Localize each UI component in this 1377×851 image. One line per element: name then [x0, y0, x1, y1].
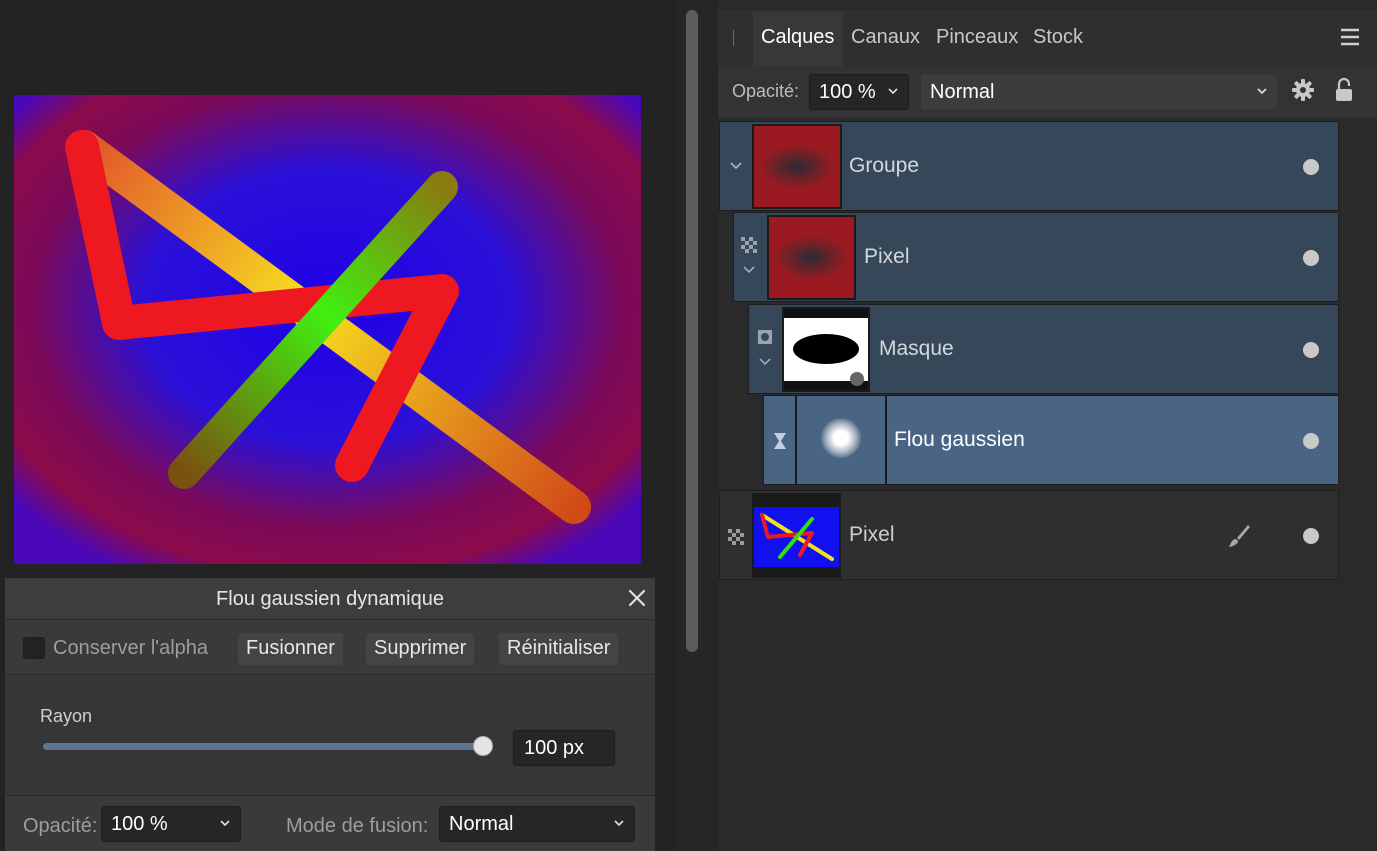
layers-panel: Calques Canaux Pinceaux Stock Opacité: 1…	[718, 0, 1377, 851]
tab-canaux[interactable]: Canaux	[851, 26, 920, 49]
checker-icon	[728, 529, 744, 545]
canvas-artwork	[14, 95, 641, 564]
close-icon[interactable]	[625, 586, 649, 610]
brush-icon[interactable]	[1226, 523, 1252, 549]
dialog-footer: Opacité: 100 % Mode de fusion: Normal	[5, 797, 655, 851]
layer-row-pixel[interactable]: Pixel	[719, 490, 1339, 580]
blend-mode-dropdown[interactable]: Normal	[439, 806, 635, 842]
scrollbar-thumb[interactable]	[686, 10, 698, 652]
dialog-header: Flou gaussien dynamique	[5, 578, 655, 620]
reset-button[interactable]: Réinitialiser	[499, 633, 619, 665]
dialog-title: Flou gaussien dynamique	[216, 588, 444, 610]
delete-button[interactable]: Supprimer	[366, 633, 475, 665]
filter-hourglass-icon	[774, 433, 786, 449]
blend-mode-value: Normal	[449, 813, 514, 835]
layer-name: Pixel	[864, 245, 910, 268]
mask-icon	[758, 330, 772, 344]
radius-slider-handle[interactable]	[473, 736, 493, 756]
layers-toolbar: Opacité: 100 % Normal	[718, 66, 1377, 118]
vertical-scrollbar[interactable]	[676, 0, 718, 851]
radius-value-input[interactable]: 100 px	[513, 730, 615, 766]
tab-pinceaux[interactable]: Pinceaux	[936, 26, 1018, 49]
visibility-toggle[interactable]	[1303, 250, 1319, 266]
tab-separator	[733, 30, 734, 46]
layer-row-pixel-child[interactable]: Pixel	[733, 212, 1339, 302]
layer-name: Pixel	[849, 523, 895, 546]
layer-opacity-value: 100 %	[819, 81, 876, 103]
layer-row-groupe[interactable]: Groupe	[719, 121, 1339, 211]
layer-row-flou-gaussien[interactable]: Flou gaussien	[763, 395, 1339, 485]
mask-thumbnail	[782, 307, 870, 392]
visibility-toggle[interactable]	[1303, 528, 1319, 544]
radius-section: Rayon 100 px	[5, 676, 655, 796]
checker-icon	[741, 237, 757, 253]
preserve-alpha-checkbox[interactable]	[23, 637, 45, 659]
layer-row-masque[interactable]: Masque	[748, 304, 1339, 394]
layer-thumbnail	[767, 215, 856, 300]
visibility-toggle[interactable]	[1303, 342, 1319, 358]
layer-opacity-dropdown[interactable]: 100 %	[809, 74, 909, 110]
visibility-toggle[interactable]	[1303, 159, 1319, 175]
visibility-toggle[interactable]	[1303, 433, 1319, 449]
panel-tab-bar: Calques Canaux Pinceaux Stock	[718, 10, 1377, 66]
chevron-down-icon[interactable]	[729, 161, 743, 171]
opacity-value: 100 %	[111, 813, 168, 835]
live-filter-dialog: Flou gaussien dynamique Conserver l'alph…	[5, 578, 655, 851]
chevron-down-icon[interactable]	[759, 357, 771, 366]
chevron-down-icon[interactable]	[743, 265, 755, 274]
layer-name: Masque	[879, 337, 954, 360]
layer-blend-mode-value: Normal	[930, 81, 995, 103]
dialog-toolbar: Conserver l'alpha Fusionner Supprimer Ré…	[5, 620, 655, 675]
document-canvas-image[interactable]	[14, 95, 641, 564]
layer-thumbnail	[752, 124, 842, 209]
chevron-down-icon	[614, 820, 624, 827]
opacity-dropdown[interactable]: 100 %	[101, 806, 241, 842]
radius-slider-track[interactable]	[43, 743, 483, 750]
layer-name: Flou gaussien	[894, 428, 1025, 451]
layer-thumbnail	[752, 493, 841, 578]
preserve-alpha-label: Conserver l'alpha	[53, 637, 209, 659]
gear-icon[interactable]	[1291, 78, 1315, 102]
filter-thumbnail	[795, 396, 887, 484]
layer-blend-mode-dropdown[interactable]: Normal	[920, 74, 1278, 110]
layer-opacity-label: Opacité:	[732, 81, 800, 101]
radius-label: Rayon	[40, 706, 93, 726]
merge-button[interactable]: Fusionner	[238, 633, 343, 665]
tab-stock[interactable]: Stock	[1033, 26, 1083, 49]
opacity-label: Opacité:	[23, 815, 98, 837]
chevron-down-icon	[1257, 88, 1267, 95]
layer-name: Groupe	[849, 154, 920, 177]
lock-icon[interactable]	[1334, 77, 1354, 103]
chevron-down-icon	[888, 88, 898, 95]
blend-mode-label: Mode de fusion:	[286, 815, 429, 837]
chevron-down-icon	[220, 820, 230, 827]
hamburger-menu-icon[interactable]	[1338, 25, 1362, 49]
tab-calques[interactable]: Calques	[753, 12, 843, 66]
